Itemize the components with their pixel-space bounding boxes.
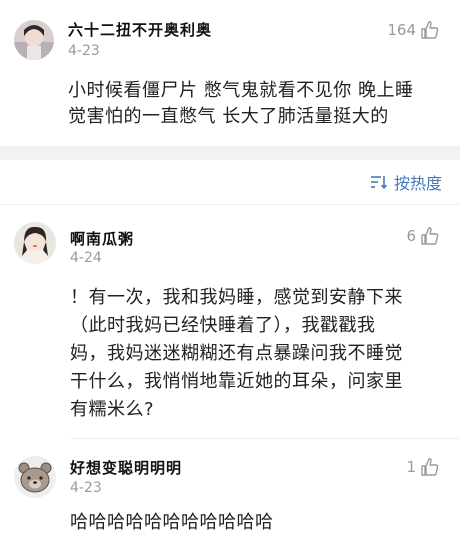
comment-text-line: 觉害怕的一直憋气 长大了肺活量挺大的 [68, 106, 389, 127]
thumbs-up-icon [421, 458, 439, 476]
avatar-image-icon [14, 20, 54, 60]
sort-icon [370, 176, 388, 190]
like-count: 6 [406, 227, 416, 245]
comment-text-line: （此时我妈已经快睡着了），我戳戳我 [70, 315, 376, 336]
comment-text-line: 哈哈哈哈哈哈哈哈哈哈哈 [70, 512, 274, 533]
avatar[interactable] [14, 456, 56, 498]
like-button[interactable]: 1 [406, 457, 440, 477]
comment-text-line: 妈，我妈迷迷糊糊还有点暴躁问我不睡觉 [70, 343, 403, 364]
comment-text-line: 小时候看僵尸片 憋气鬼就看不见你 晚上睡 [68, 80, 414, 101]
comment-date: 4-23 [68, 43, 100, 59]
comment-date: 4-23 [70, 480, 102, 496]
comment-text: 小时候看僵尸片 憋气鬼就看不见你 晚上睡 觉害怕的一直憋气 长大了肺活量挺大的 [68, 78, 448, 130]
avatar[interactable] [14, 222, 56, 264]
comment-text-line: 干什么，我悄悄地靠近她的耳朵，问家里 [70, 371, 403, 392]
comment-date: 4-24 [70, 250, 102, 266]
sort-toggle[interactable]: 按热度 [370, 170, 442, 194]
like-count: 164 [387, 21, 416, 39]
username[interactable]: 好想变聪明明明 [70, 457, 182, 478]
comment-text-line: ！有一次，我和我妈睡，感觉到安静下来 [70, 287, 403, 308]
avatar[interactable] [14, 20, 54, 60]
comment-text: ！有一次，我和我妈睡，感觉到安静下来 （此时我妈已经快睡着了），我戳戳我 妈，我… [70, 284, 448, 424]
like-button[interactable]: 6 [406, 226, 440, 246]
sort-label: 按热度 [393, 174, 442, 193]
bear-avatar-icon [14, 456, 56, 498]
avatar-image-icon [14, 222, 56, 264]
section-divider [0, 146, 460, 160]
comment-text: 哈哈哈哈哈哈哈哈哈哈哈 [70, 510, 448, 536]
comment-text-line: 有糯米么? [70, 399, 155, 420]
like-button[interactable]: 164 [387, 20, 440, 40]
thumbs-up-icon [421, 21, 439, 39]
username[interactable]: 六十二扭不开奥利奥 [68, 19, 212, 40]
username[interactable]: 啊南瓜粥 [70, 228, 134, 249]
comment-separator [70, 438, 460, 439]
sort-separator [0, 204, 460, 205]
thumbs-up-icon [421, 227, 439, 245]
like-count: 1 [406, 458, 416, 476]
